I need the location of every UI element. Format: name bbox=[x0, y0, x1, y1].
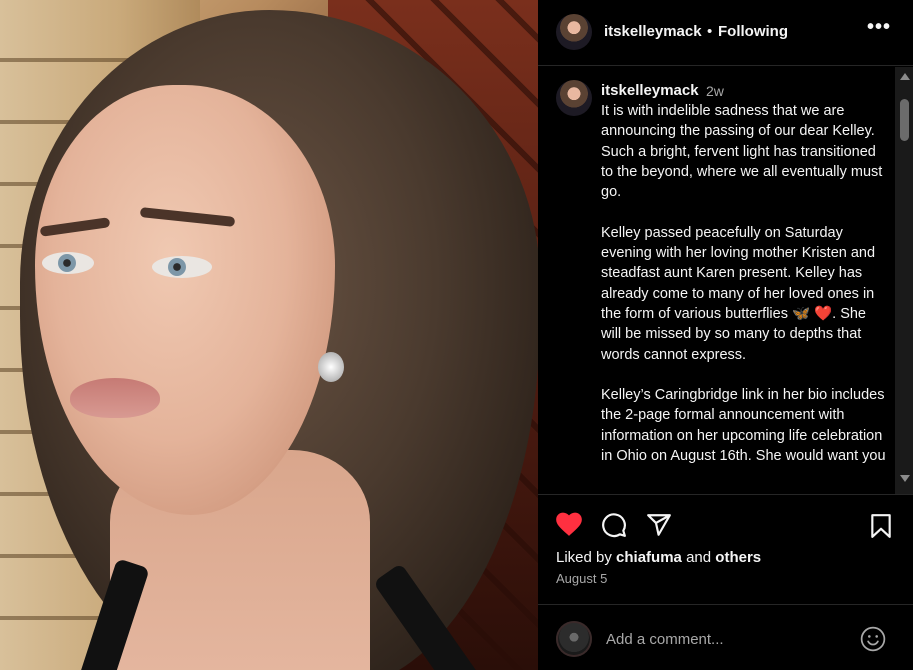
scrollbar-thumb[interactable] bbox=[900, 99, 909, 141]
lips bbox=[70, 378, 160, 418]
liked-by-join: and bbox=[681, 549, 716, 566]
caption-paragraph: Kelley passed peacefully on Saturday eve… bbox=[601, 224, 876, 363]
scroll-up-arrow-icon[interactable] bbox=[900, 73, 910, 80]
liked-by-user-link[interactable]: chiafuma bbox=[616, 549, 682, 566]
more-icon[interactable]: ••• bbox=[867, 16, 891, 39]
likes-summary: Liked by chiafuma and others bbox=[556, 549, 761, 566]
earring bbox=[318, 352, 344, 382]
author-avatar[interactable] bbox=[556, 14, 592, 50]
author-username[interactable]: itskelleymack bbox=[604, 23, 702, 40]
liked-by-prefix: Liked by bbox=[556, 549, 617, 566]
emoji-icon[interactable] bbox=[860, 626, 886, 657]
left-eye bbox=[42, 252, 94, 274]
heart-filled-icon[interactable] bbox=[555, 511, 583, 542]
following-button[interactable]: Following bbox=[718, 23, 788, 40]
bookmark-icon[interactable] bbox=[869, 513, 893, 544]
comment-icon[interactable] bbox=[601, 512, 627, 543]
caption-author-avatar[interactable] bbox=[556, 80, 592, 116]
caption-scrollbar[interactable] bbox=[895, 67, 913, 494]
post-header: itskelleymack • Following ••• bbox=[538, 0, 913, 66]
post-date: August 5 bbox=[556, 571, 608, 586]
post-age: 2w bbox=[706, 83, 724, 99]
add-comment-bar bbox=[538, 604, 913, 670]
send-icon[interactable] bbox=[646, 512, 672, 543]
comment-input[interactable] bbox=[604, 625, 848, 653]
separator-dot: • bbox=[707, 23, 713, 40]
caption-author-username[interactable]: itskelleymack bbox=[601, 82, 699, 99]
post-photo[interactable] bbox=[0, 0, 538, 670]
caption-paragraph: Kelley’s Caringbridge link in her bio in… bbox=[601, 387, 886, 465]
right-eye bbox=[152, 256, 212, 278]
scroll-down-arrow-icon[interactable] bbox=[900, 475, 910, 482]
liked-by-others-link[interactable]: others bbox=[715, 549, 761, 566]
post-details-panel: itskelleymack • Following ••• itskelleym… bbox=[538, 0, 913, 670]
caption-paragraph: It is with indelible sadness that we are… bbox=[601, 103, 883, 201]
current-user-avatar bbox=[556, 621, 592, 657]
post-caption: It is with indelible sadness that we are… bbox=[601, 101, 886, 487]
post-actions: Liked by chiafuma and others August 5 bbox=[538, 494, 913, 604]
caption-area: itskelleymack 2w It is with indelible sa… bbox=[538, 67, 913, 494]
